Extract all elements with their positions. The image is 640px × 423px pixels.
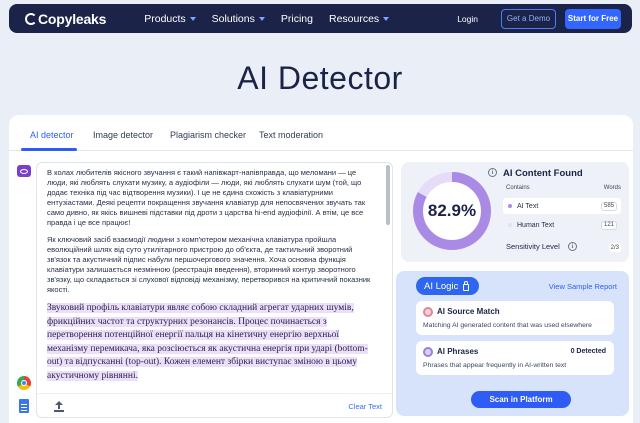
nav-resources-label: Resources: [328, 12, 380, 25]
ai-logic-panel: AI Logic View Sample Report AI Source Ma…: [396, 271, 629, 416]
nav-actions: Login Get a Demo Start for Free: [457, 8, 621, 29]
top-navbar: Copyleaks Products Solutions Pricing Res…: [9, 4, 632, 33]
sensitivity-label: Sensitivity Level: [506, 242, 560, 251]
human-text-row[interactable]: Human Text 121: [503, 217, 621, 233]
human-dot-icon: [508, 223, 512, 227]
result-summary: 82.9% i AI Content Found Contains Words …: [401, 162, 629, 262]
sensitivity-value[interactable]: 2/3: [608, 243, 621, 252]
logo-text: Copyleaks: [38, 10, 107, 27]
google-docs-icon[interactable]: [19, 399, 29, 413]
nav-products-label: Products: [144, 12, 186, 25]
tab-ai-detector[interactable]: AI detector: [30, 130, 74, 140]
contains-header: Contains: [506, 185, 530, 191]
info-icon[interactable]: i: [568, 242, 577, 251]
view-sample-report-link[interactable]: View Sample Report: [549, 282, 617, 291]
nav-links: Products Solutions Pricing Resources: [144, 13, 405, 25]
ai-logic-badge: AI Logic: [416, 277, 479, 295]
text-paragraph: В колах любителів якісного звучання є та…: [47, 168, 366, 227]
nav-resources[interactable]: Resources: [328, 12, 390, 25]
scrollbar[interactable]: [386, 165, 390, 225]
tab-text-moderation[interactable]: Text moderation: [259, 130, 323, 140]
ai-phrases-desc: Phrases that appear frequently in AI-wri…: [423, 362, 567, 369]
text-content[interactable]: В колах любителів якісного звучання є та…: [37, 163, 388, 393]
ai-highlighted-paragraph: Звуковий профіль клавіатури являє собою …: [47, 302, 378, 383]
ai-phrases-icon: [423, 347, 433, 357]
text-paragraph: Як ключовий засіб взаємодії людини з ком…: [47, 235, 371, 294]
copyleaks-logo[interactable]: Copyleaks: [25, 11, 106, 27]
source-match-title: AI Source Match: [437, 307, 500, 316]
login-link[interactable]: Login: [457, 14, 478, 24]
eye-icon[interactable]: [17, 165, 31, 177]
ai-text-row[interactable]: AI Text 585: [503, 198, 621, 214]
words-header: Words: [603, 185, 621, 191]
source-match-desc: Matching AI generated content that was u…: [423, 322, 592, 329]
editor-footer: Clear Text: [37, 393, 392, 417]
chevron-down-icon: [258, 16, 265, 21]
clear-text-button[interactable]: Clear Text: [348, 402, 382, 411]
ai-score-donut: 82.9%: [409, 168, 495, 254]
ai-score-value: 82.9%: [427, 201, 477, 220]
ai-dot-icon: [508, 204, 512, 208]
human-word-count: 121: [600, 220, 617, 230]
nav-solutions[interactable]: Solutions: [212, 13, 265, 25]
tab-image-detector[interactable]: Image detector: [93, 130, 153, 140]
upload-icon[interactable]: [54, 401, 64, 412]
active-tab-indicator: [21, 148, 77, 151]
text-input-panel[interactable]: В колах любителів якісного звучання є та…: [36, 162, 393, 418]
ai-source-match-card[interactable]: AI Source Match Matching AI generated co…: [416, 301, 614, 335]
info-icon[interactable]: i: [488, 168, 497, 177]
result-title: AI Content Found: [503, 168, 583, 179]
get-demo-button[interactable]: Get a Demo: [501, 8, 556, 29]
ai-highlight: Звуковий профіль клавіатури являє собою …: [47, 303, 368, 381]
page-title: AI Detector: [237, 60, 403, 96]
chevron-down-icon: [189, 16, 196, 21]
ai-logic-label: AI Logic: [424, 280, 459, 292]
ai-text-label: AI Text: [517, 202, 539, 210]
ai-phrases-card[interactable]: AI Phrases 0 Detected Phrases that appea…: [416, 341, 614, 375]
ai-word-count: 585: [600, 201, 617, 211]
source-match-icon: [423, 307, 433, 317]
tab-plagiarism-checker[interactable]: Plagiarism checker: [170, 130, 246, 140]
tool-tabs: AI detector Image detector Plagiarism ch…: [9, 115, 633, 151]
start-free-button[interactable]: Start for Free: [565, 8, 621, 29]
scan-in-platform-button[interactable]: Scan in Platform: [471, 391, 571, 408]
nav-pricing[interactable]: Pricing: [281, 13, 313, 25]
logo-c-icon: [25, 12, 37, 25]
detector-card: AI detector Image detector Plagiarism ch…: [9, 115, 633, 423]
nav-pricing-label: Pricing: [280, 12, 313, 25]
nav-products[interactable]: Products: [144, 12, 196, 25]
human-text-label: Human Text: [517, 221, 555, 229]
chrome-extension-icon[interactable]: [17, 376, 31, 390]
ai-phrases-title: AI Phrases: [437, 347, 479, 356]
nav-solutions-label: Solutions: [211, 12, 255, 25]
chevron-down-icon: [383, 16, 390, 21]
ai-phrases-count: 0 Detected: [570, 348, 606, 355]
lock-icon: [463, 280, 470, 291]
